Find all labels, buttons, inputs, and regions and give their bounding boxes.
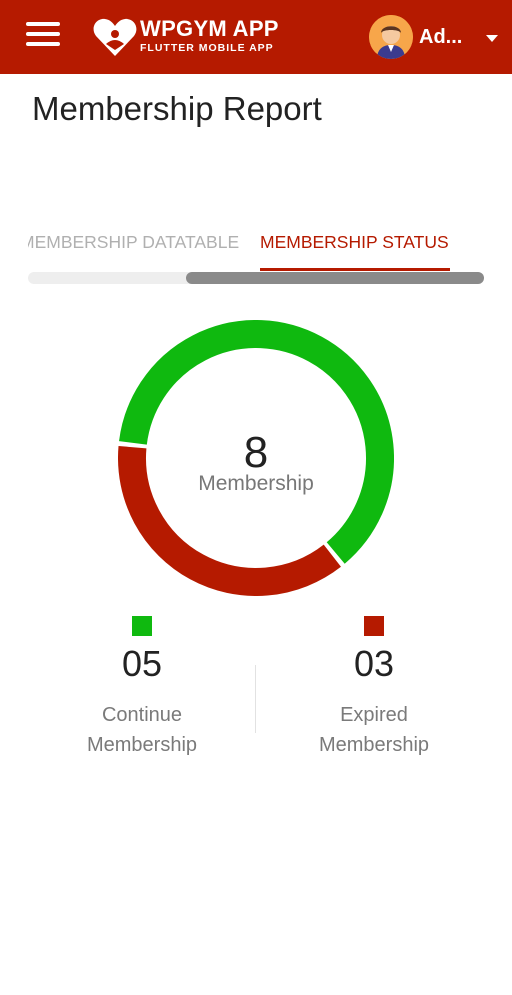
legend-divider: [255, 665, 256, 733]
donut-center-count: 8: [243, 428, 269, 477]
user-avatar[interactable]: [369, 15, 413, 59]
legend-value-continue: 05: [121, 643, 163, 684]
legend-swatch-expired: [364, 616, 384, 636]
user-dropdown-caret-icon[interactable]: [486, 35, 498, 42]
brand-subtitle: FLUTTER MOBILE APP: [140, 42, 274, 54]
active-tab-indicator: [260, 268, 450, 271]
legend-label-expired-line1: Expired: [340, 704, 408, 726]
user-avatar-icon: [369, 15, 413, 59]
user-name[interactable]: Ad...: [419, 26, 462, 49]
page-title: Membership Report: [32, 90, 322, 127]
legend-value-expired: 03: [353, 643, 395, 684]
tab-scrollbar-thumb[interactable]: [186, 272, 484, 284]
app-logo-icon: [93, 18, 137, 56]
hamburger-menu-icon[interactable]: [26, 22, 60, 50]
legend-swatch-continue: [132, 616, 152, 636]
legend-label-continue-line2: Membership: [86, 734, 198, 756]
tab-membership-datatable[interactable]: MEMBERSHIP DATATABLE: [28, 232, 239, 253]
legend-continue-membership: 05 Continue Membership: [62, 616, 222, 760]
legend-label-expired-line2: Membership: [318, 734, 430, 756]
legend-label-continue-line1: Continue: [101, 704, 183, 726]
app-bar: WPGYM APP FLUTTER MOBILE APP Ad...: [0, 0, 512, 74]
tab-membership-status[interactable]: MEMBERSHIP STATUS: [260, 232, 449, 253]
donut-center-label: Membership: [198, 472, 314, 495]
brand-title: WPGYM APP: [140, 16, 279, 41]
legend-expired-membership: 03 Expired Membership: [294, 616, 454, 760]
tab-bar: MEMBERSHIP DATATABLE MEMBERSHIP STATUS: [28, 224, 484, 274]
